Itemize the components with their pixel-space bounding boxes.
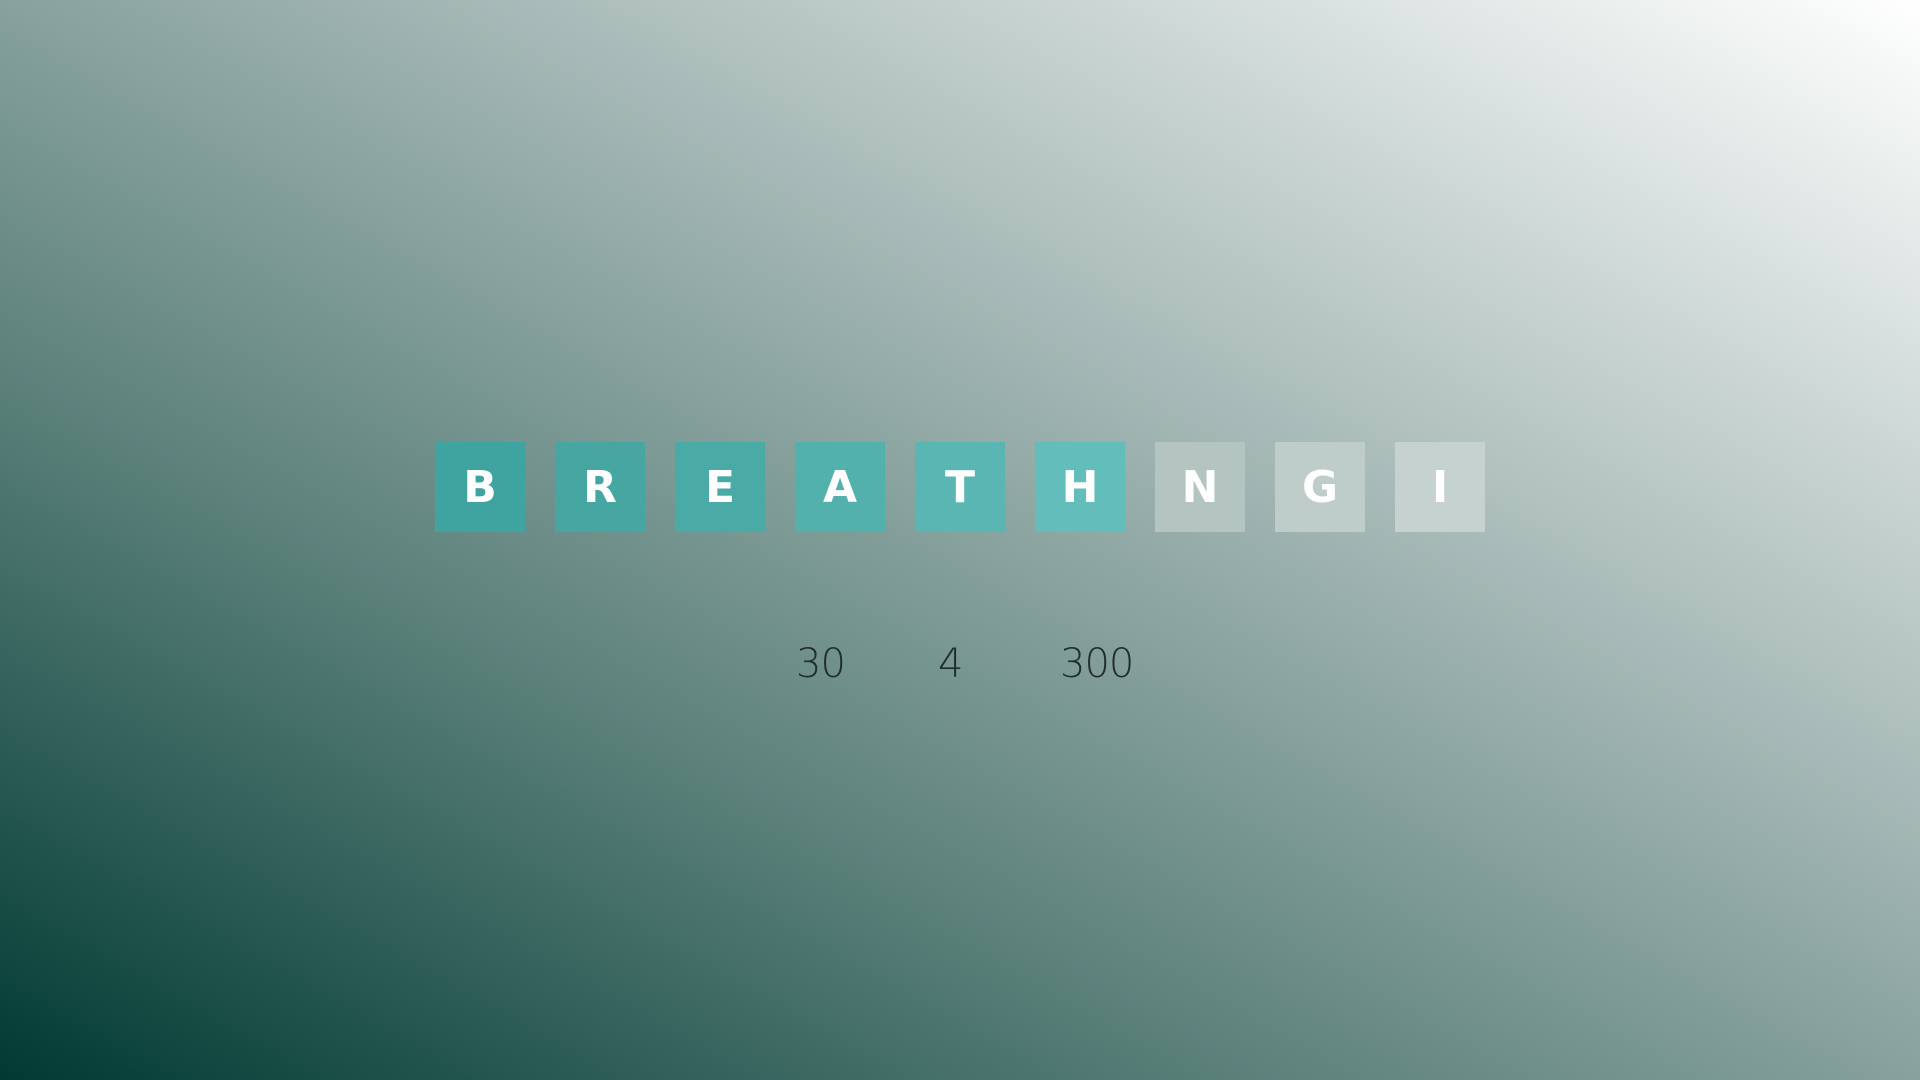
stat-value-3: 300 bbox=[1060, 641, 1134, 687]
stats-row: 30 4 300 bbox=[0, 636, 1920, 692]
letter-tile-h[interactable]: H bbox=[1035, 442, 1125, 532]
game-screen: { "tiles": [ {"letter": "B", "color": "#… bbox=[0, 0, 1920, 1080]
letter-tile-r[interactable]: R bbox=[555, 442, 645, 532]
letter-tile-b[interactable]: B bbox=[435, 442, 525, 532]
stat-value-2: 4 bbox=[938, 641, 963, 687]
stat-value-1: 30 bbox=[796, 641, 846, 687]
letter-tiles-row: B R E A T H N G I bbox=[435, 442, 1485, 532]
letter-tile-a[interactable]: A bbox=[795, 442, 885, 532]
letter-tile-t[interactable]: T bbox=[915, 442, 1005, 532]
letter-tile-i[interactable]: I bbox=[1395, 442, 1485, 532]
letter-tile-e[interactable]: E bbox=[675, 442, 765, 532]
letter-tile-n[interactable]: N bbox=[1155, 442, 1245, 532]
letter-tile-g[interactable]: G bbox=[1275, 442, 1365, 532]
